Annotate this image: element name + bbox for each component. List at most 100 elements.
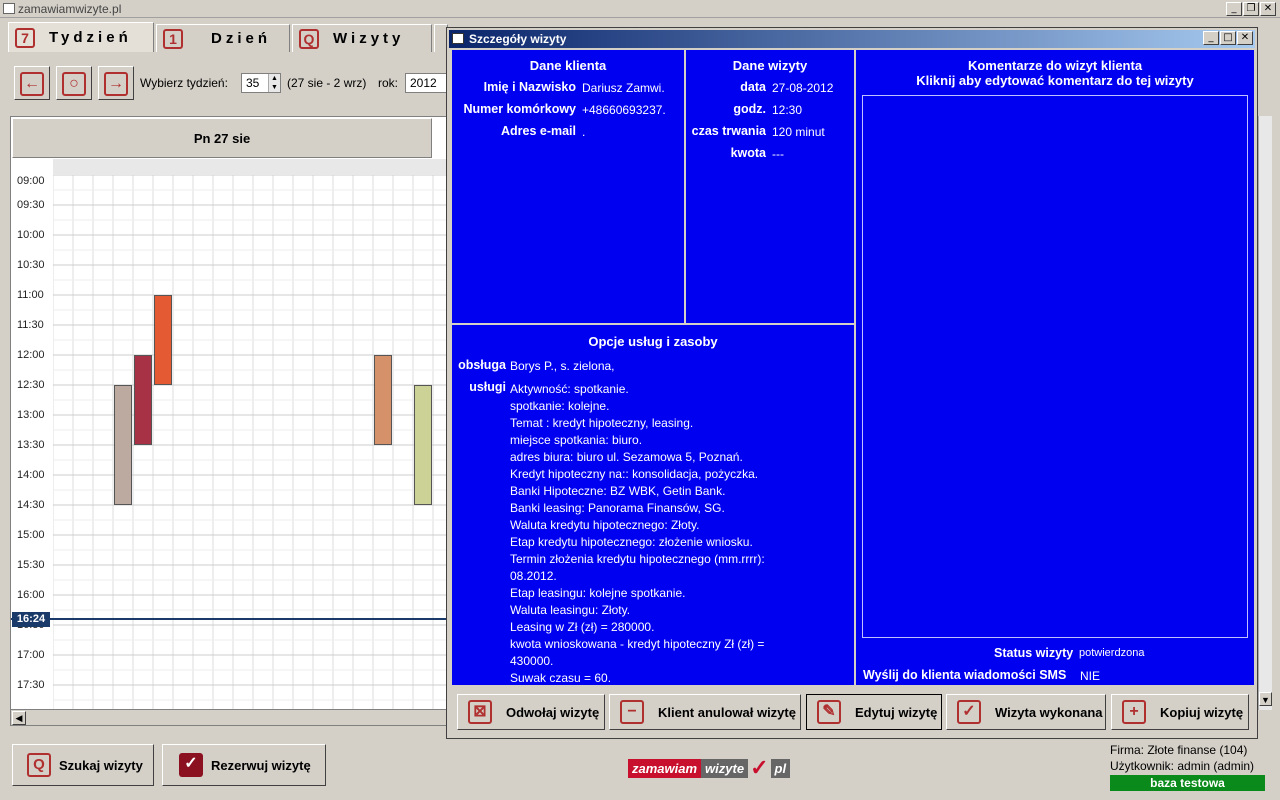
service-line: kwota wnioskowana - kredyt hipoteczny Zł… [510, 637, 765, 651]
year-value: 2012 [410, 76, 437, 90]
calendar-event[interactable] [134, 355, 152, 445]
comments-panel: Komentarze do wizyt klienta Kliknij aby … [854, 48, 1256, 687]
logo-part3: pl [770, 758, 791, 778]
current-time-line [11, 618, 451, 620]
vertical-scrollbar[interactable]: ▼ [1258, 116, 1272, 710]
service-line: Banki Hipoteczne: BZ WBK, Getin Bank. [510, 484, 726, 498]
service-line: miejsce spotkania: biuro. [510, 433, 643, 447]
time-label: 10:00 [17, 229, 45, 241]
spinner-arrows-icon[interactable]: ▲ ▼ [268, 74, 280, 92]
visit-date: 27-08-2012 [772, 81, 834, 95]
service-line: adres biura: biuro ul. Sezamowa 5, Pozna… [510, 450, 743, 464]
services-heading: Opcje usług i zasoby [588, 334, 718, 349]
minimize-icon[interactable]: _ [1226, 2, 1242, 16]
all-day-row [53, 159, 449, 175]
time-label: 09:00 [17, 175, 45, 187]
client-panel: Dane klienta Imię i Nazwisko Dariusz Zam… [450, 48, 686, 325]
prev-week-button[interactable]: ← [14, 66, 50, 100]
time-label: 15:30 [17, 559, 45, 571]
service-line: Aktywność: spotkanie. [510, 382, 629, 396]
logo-part1: zamawiam [628, 758, 702, 778]
day-header[interactable]: Pn 27 sie [12, 118, 432, 158]
sms-label: Wyślij do klienta wiadomości SMS [863, 668, 1067, 682]
book-visit-label: Rezerwuj wizytę [211, 757, 311, 773]
sms-value: NIE [1080, 669, 1101, 683]
week-range: (27 sie - 2 wrz) [287, 76, 367, 90]
client-name: Dariusz Zamwi. [582, 81, 665, 95]
status-value: potwierdzona [1079, 647, 1145, 659]
staff-value: Borys P., s. zielona, [510, 359, 615, 373]
dialog-title: Szczegóły wizyty [449, 30, 1255, 48]
scroll-left-icon[interactable]: ◀ [12, 711, 26, 725]
checkmark-icon: ✓ [957, 700, 981, 724]
next-week-button[interactable]: → [98, 66, 134, 100]
dialog-minimize-icon[interactable]: _ [1203, 31, 1219, 45]
book-visit-button[interactable]: ✓ Rezerwuj wizytę [162, 744, 326, 786]
circle-icon: ○ [62, 72, 86, 96]
tab-visits-label: Wizyty [333, 30, 405, 47]
tab-visits[interactable]: Q Wizyty [292, 24, 432, 52]
client-phone: +48660693237. [582, 103, 666, 117]
client-cancelled-button[interactable]: − Klient anulował wizytę [609, 694, 801, 730]
visit-duration: 120 minut [772, 125, 825, 139]
tab-day[interactable]: 1 Dzień [156, 24, 290, 52]
copy-visit-label: Kopiuj wizytę [1160, 704, 1244, 720]
search-icon: Q [27, 753, 51, 777]
services-panel: Opcje usług i zasoby obsługa Borys P., s… [450, 323, 856, 687]
plus-icon: + [1122, 700, 1146, 724]
comment-textarea[interactable] [862, 95, 1248, 638]
edit-visit-button[interactable]: ✎ Edytuj wizytę [806, 694, 942, 730]
current-week-button[interactable]: ○ [56, 66, 92, 100]
calendar-event[interactable] [114, 385, 132, 505]
service-line: Kredyt hipoteczny na:: konsolidacja, poż… [510, 467, 759, 481]
cancel-visit-button[interactable]: ⊠ Odwołaj wizytę [457, 694, 605, 730]
visit-heading: Dane wizyty [732, 58, 808, 73]
search-visit-button[interactable]: Q Szukaj wizyty [12, 744, 154, 786]
status-label: Status wizyty [994, 646, 1074, 660]
year-field[interactable]: 2012 [405, 73, 447, 93]
visit-time-label: godz. [733, 102, 766, 116]
calendar-event[interactable] [414, 385, 432, 505]
window-title: zamawiamwizyte.pl [18, 2, 122, 16]
calendar-view[interactable]: Pn 27 sie 09:00 09:30 10:00 10:30 11:00 11:30… [10, 116, 453, 726]
scroll-down-icon[interactable]: ▼ [1259, 692, 1272, 706]
checkmark-icon: ✓ [179, 753, 203, 777]
close-icon[interactable]: ✕ [1260, 2, 1276, 16]
time-label: 15:00 [17, 529, 45, 541]
time-label: 12:00 [17, 349, 45, 361]
copy-visit-button[interactable]: + Kopiuj wizytę [1111, 694, 1249, 730]
dialog-close-icon[interactable]: ✕ [1237, 31, 1253, 45]
visit-done-label: Wizyta wykonana [995, 704, 1103, 720]
service-line: Etap leasingu: kolejne spotkanie. [510, 586, 686, 600]
tab-day-label: Dzień [211, 30, 272, 47]
horizontal-scrollbar[interactable]: ◀ [11, 709, 449, 725]
time-label: 09:30 [17, 199, 45, 211]
user-label: Użytkownik: admin (admin) [1110, 759, 1255, 773]
company-label: Firma: Złote finanse (104) [1110, 743, 1248, 757]
visit-amount: --- [772, 147, 784, 161]
logo: zamawiam wizyte ✓ pl [628, 755, 791, 780]
service-line: Waluta leasingu: Złoty. [510, 603, 631, 617]
tab-week[interactable]: 7 Tydzień [8, 22, 154, 52]
calendar-grid[interactable] [53, 175, 453, 711]
current-time-label: 16:24 [12, 612, 50, 627]
week-label: Wybierz tydzień: [140, 76, 228, 90]
calendar-event[interactable] [154, 295, 172, 385]
dialog-maximize-icon[interactable]: □ [1220, 31, 1236, 45]
restore-icon[interactable]: ❐ [1243, 2, 1259, 16]
visit-panel: Dane wizyty data 27-08-2012 godz. 12:30 … [684, 48, 856, 325]
database-badge: baza testowa [1110, 775, 1265, 791]
service-line: spotkanie: kolejne. [510, 399, 610, 413]
time-label: 11:00 [17, 289, 44, 301]
comments-heading: Komentarze do wizyt klienta [967, 58, 1143, 73]
time-label: 14:00 [17, 469, 45, 481]
visit-done-button[interactable]: ✓ Wizyta wykonana [946, 694, 1106, 730]
calendar-day-icon: 1 [163, 28, 183, 49]
service-line: 430000. [510, 654, 554, 668]
client-name-label: Imię i Nazwisko [483, 80, 576, 94]
minus-icon: − [620, 700, 644, 724]
week-spinner[interactable]: 35 ▲ ▼ [241, 73, 281, 93]
main-titlebar: zamawiamwizyte.pl _ ❐ ✕ [0, 0, 1280, 18]
calendar-event[interactable] [374, 355, 392, 445]
dialog-app-icon [452, 33, 464, 44]
